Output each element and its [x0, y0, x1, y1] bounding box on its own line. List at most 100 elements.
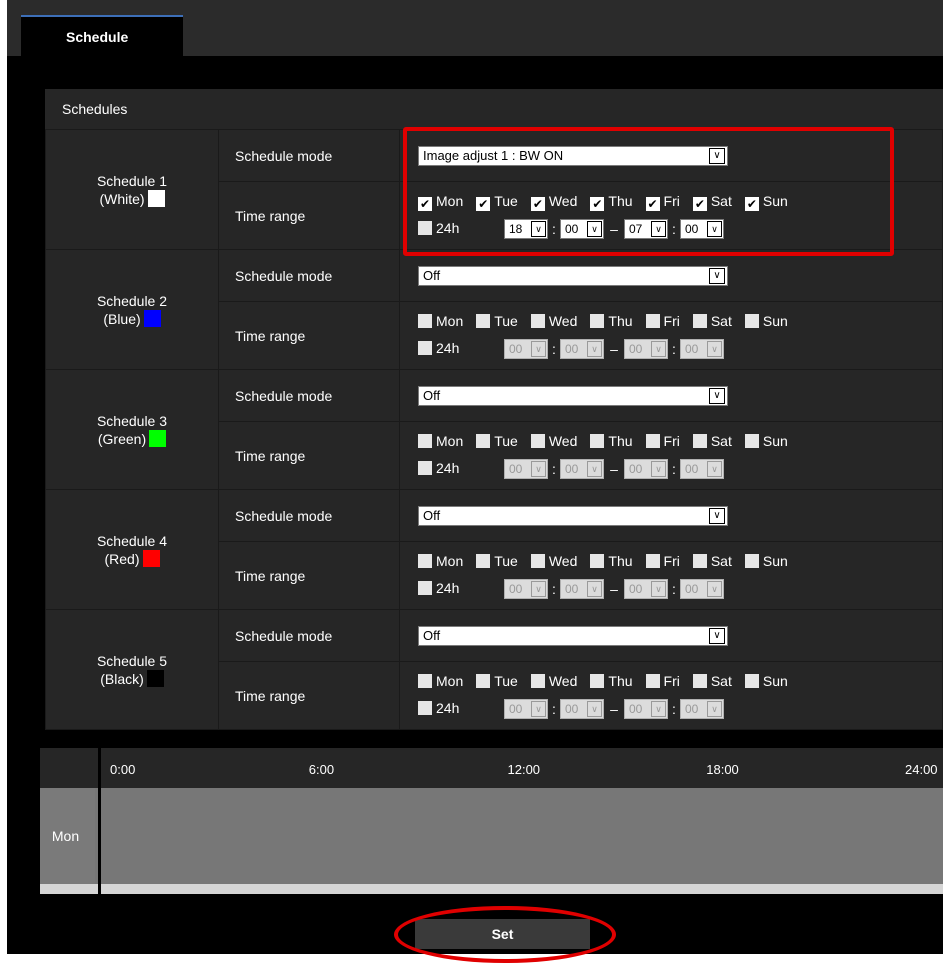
day-checkbox-sun[interactable]: Sun [744, 310, 788, 332]
day-label: Mon [436, 433, 464, 449]
day-checkbox-mon[interactable]: Mon [418, 430, 463, 452]
day-label: Wed [548, 673, 578, 689]
day-checkbox-sun[interactable]: Sun [744, 550, 788, 572]
all-day-checkbox[interactable]: 24h [418, 575, 504, 601]
day-checkbox-thu[interactable]: Thu [590, 670, 633, 692]
start-hour-select[interactable]: 00 ∨ [504, 699, 548, 720]
day-checkbox-mon[interactable]: Mon [418, 310, 463, 332]
day-label: Mon [436, 553, 464, 569]
checkbox-icon [476, 434, 491, 448]
start-hour-select[interactable]: 00 ∨ [504, 339, 548, 360]
set-highlight-ellipse [394, 906, 616, 963]
schedule-title: Schedule 5 [96, 652, 168, 669]
schedule-mode-cell: Off ∨ [399, 249, 943, 302]
schedule-mode-select[interactable]: Off ∨ [418, 385, 728, 406]
day-checkbox-tue[interactable]: Tue [476, 550, 518, 572]
schedule-color-name: (Blue) [103, 310, 141, 327]
day-label: Sun [762, 673, 788, 689]
day-checkbox-fri[interactable]: Fri [645, 430, 680, 452]
day-checkbox-tue[interactable]: Tue [476, 670, 518, 692]
tab-schedule[interactable]: Schedule [21, 15, 183, 56]
time-range-cell: Mon Tue Wed Thu Fri Sat Sun 24h 00 ∨:00 ∨ –00 ∨:00 ∨ [399, 421, 943, 490]
timeline-day-label: Mon [40, 788, 95, 884]
end-minute-select[interactable]: 00 ∨ [680, 339, 724, 360]
day-label: Wed [548, 553, 578, 569]
start-minute-select-value: 00 [565, 582, 579, 597]
day-checkbox-thu[interactable]: Thu [590, 310, 633, 332]
all-day-checkbox[interactable]: 24h [418, 335, 504, 361]
start-hour-select-value: 00 [509, 582, 523, 597]
start-minute-select[interactable]: 00 ∨ [560, 459, 604, 480]
schedule-name-cell: Schedule 2 (Blue) [45, 249, 219, 370]
timeline-tick-label: 6:00 [308, 762, 335, 777]
end-hour-select-value: 00 [629, 582, 643, 597]
day-checkbox-wed[interactable]: Wed [530, 550, 578, 572]
day-checkbox-sat[interactable]: Sat [692, 550, 732, 572]
checkbox-icon [744, 554, 759, 568]
end-minute-select[interactable]: 00 ∨ [680, 579, 724, 600]
all-day-label: 24h [436, 700, 460, 716]
day-checkbox-wed[interactable]: Wed [530, 430, 577, 452]
chevron-down-icon: ∨ [531, 461, 546, 478]
end-hour-select[interactable]: 00 ∨ [624, 459, 668, 480]
day-label: Sat [710, 673, 732, 689]
day-checkbox-sun[interactable]: Sun [744, 430, 788, 452]
day-checkbox-tue[interactable]: Tue [476, 310, 518, 332]
day-label: Fri [663, 433, 680, 449]
day-checkbox-thu[interactable]: Thu [590, 550, 633, 572]
start-hour-select[interactable]: 00 ∨ [504, 579, 548, 600]
start-minute-select[interactable]: 00 ∨ [560, 699, 604, 720]
time-range-cell: Mon Tue Wed Thu Fri Sat Sun 24h 00 ∨:00 ∨ –00 ∨:00 ∨ [399, 301, 943, 370]
day-label: Sun [762, 433, 788, 449]
day-checkbox-sun[interactable]: Sun [744, 670, 788, 692]
day-checkbox-wed[interactable]: Wed [530, 310, 577, 332]
day-label: Sun [762, 313, 788, 329]
end-minute-select-value: 00 [685, 462, 699, 477]
range-dash: – [610, 581, 618, 598]
schedule-mode-cell: Off ∨ [399, 609, 943, 662]
schedule-mode-select[interactable]: Off ∨ [418, 265, 728, 286]
end-minute-select[interactable]: 00 ∨ [680, 459, 724, 480]
day-checkbox-wed[interactable]: Wed [530, 670, 578, 692]
schedule-title: Schedule 3 [96, 412, 168, 429]
chevron-down-icon: ∨ [651, 701, 666, 718]
time-separator: : [672, 341, 676, 358]
time-selects: 24h 00 ∨:00 ∨ –00 ∨:00 ∨ [418, 455, 942, 481]
time-separator: : [552, 461, 556, 478]
all-day-checkbox[interactable]: 24h [418, 455, 504, 481]
day-checkbox-mon[interactable]: Mon [418, 550, 463, 572]
time-range-label: Time range [218, 301, 400, 370]
time-range-label: Time range [218, 661, 400, 730]
start-hour-select[interactable]: 00 ∨ [504, 459, 548, 480]
schedule-mode-label: Schedule mode [218, 489, 400, 542]
day-checkbox-sat[interactable]: Sat [692, 310, 732, 332]
start-minute-select[interactable]: 00 ∨ [560, 339, 604, 360]
color-swatch [149, 429, 167, 447]
all-day-checkbox[interactable]: 24h [418, 695, 504, 721]
end-hour-select[interactable]: 00 ∨ [624, 699, 668, 720]
schedule-mode-select[interactable]: Off ∨ [418, 625, 728, 646]
all-day-label: 24h [436, 580, 460, 596]
end-hour-select[interactable]: 00 ∨ [624, 579, 668, 600]
day-checkbox-sat[interactable]: Sat [692, 670, 732, 692]
start-hour-select-value: 00 [509, 342, 523, 357]
chevron-down-icon: ∨ [651, 341, 666, 358]
end-hour-select[interactable]: 00 ∨ [624, 339, 668, 360]
checkbox-icon [530, 434, 545, 448]
day-checkbox-mon[interactable]: Mon [418, 670, 463, 692]
schedule-mode-select[interactable]: Off ∨ [418, 505, 728, 526]
day-checkbox-fri[interactable]: Fri [645, 550, 680, 572]
start-hour-select-value: 00 [509, 462, 523, 477]
timeline-tick-label: 18:00 [706, 762, 739, 777]
day-checkbox-sat[interactable]: Sat [692, 430, 732, 452]
day-label: Sun [762, 553, 788, 569]
day-checkbox-thu[interactable]: Thu [590, 430, 633, 452]
start-minute-select[interactable]: 00 ∨ [560, 579, 604, 600]
timeline-divider [98, 748, 101, 894]
schedule-mode-cell: Off ∨ [399, 369, 943, 422]
schedule-mode-row: Schedule 5 (Black) Schedule mode Off ∨ [45, 609, 943, 730]
day-checkbox-fri[interactable]: Fri [645, 670, 680, 692]
day-checkbox-tue[interactable]: Tue [476, 430, 518, 452]
day-checkbox-fri[interactable]: Fri [645, 310, 680, 332]
end-minute-select[interactable]: 00 ∨ [680, 699, 724, 720]
